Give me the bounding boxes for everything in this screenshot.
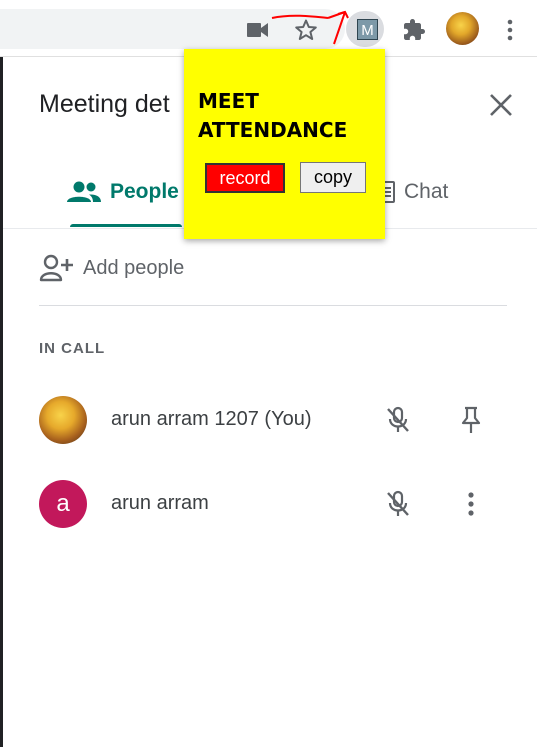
participant-avatar: a [39, 480, 87, 528]
add-people-button[interactable]: Add people [39, 252, 184, 284]
record-button[interactable]: record [205, 163, 285, 193]
participant-avatar [39, 396, 87, 444]
participant-name: arun arram [111, 492, 209, 514]
avatar[interactable] [446, 12, 479, 45]
tab-chat-label: Chat [404, 180, 449, 203]
mic-off-icon[interactable] [383, 405, 413, 435]
mic-off-icon[interactable] [383, 489, 413, 519]
participant-name: arun arram 1207 (You) [111, 408, 312, 430]
person-add-icon [39, 254, 75, 282]
section-divider [39, 305, 507, 306]
people-icon [66, 180, 102, 204]
tab-people[interactable]: People [66, 172, 179, 212]
tab-people-label: People [110, 180, 179, 203]
pin-icon[interactable] [456, 405, 486, 435]
more-vert-icon[interactable] [456, 489, 486, 519]
video-camera-icon[interactable] [246, 18, 270, 42]
add-people-label: Add people [83, 256, 185, 279]
copy-button[interactable]: copy [300, 162, 366, 193]
more-vert-icon[interactable] [500, 16, 520, 44]
active-tab-indicator [70, 224, 182, 227]
close-icon[interactable] [486, 90, 516, 120]
participant-row: a arun arram [0, 474, 537, 534]
extension-popup: MEET ATTENDANCE record copy [184, 49, 385, 239]
puzzle-icon[interactable] [400, 16, 428, 44]
panel-title: Meeting det [39, 90, 170, 118]
participant-row: arun arram 1207 (You) [0, 390, 537, 450]
arrow-annotation-icon [271, 10, 349, 45]
in-call-heading: IN CALL [39, 340, 106, 357]
extension-m-icon[interactable]: M [357, 19, 378, 40]
popup-title: MEET ATTENDANCE [198, 89, 348, 142]
tab-chat[interactable]: Chat [378, 172, 448, 212]
